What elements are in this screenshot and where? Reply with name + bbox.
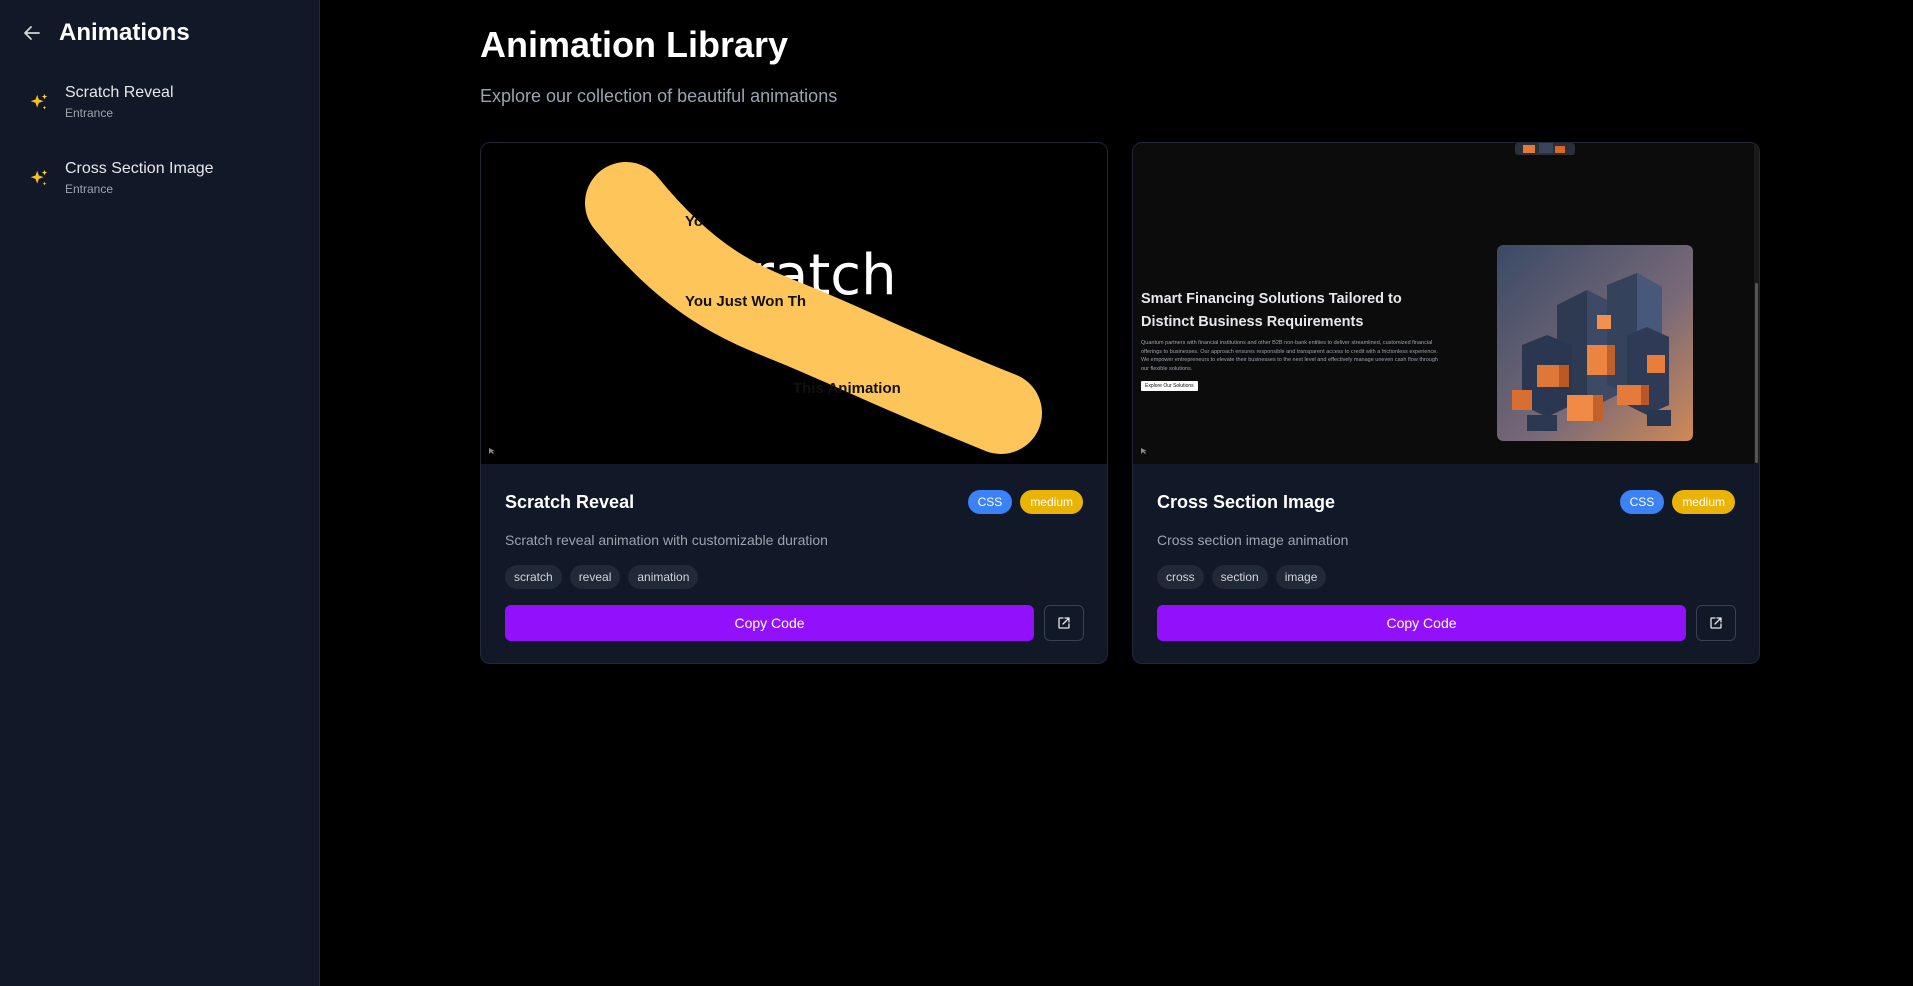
preview-line: Yo <box>685 213 704 230</box>
preview-line: You Just Won Th <box>685 293 807 310</box>
tag: image <box>1275 565 1327 589</box>
badge-css: CSS <box>967 490 1013 514</box>
open-external-button[interactable] <box>1696 605 1736 641</box>
tag: section <box>1211 565 1268 589</box>
tag-list: cross section image <box>1157 565 1327 589</box>
animation-preview[interactable]: Smart Financing Solutions Tailored to Di… <box>1133 143 1759 464</box>
preview-headline: Smart Financing Solutions Tailored to Di… <box>1141 291 1402 330</box>
cursor-icon <box>489 448 495 454</box>
sparkles-icon <box>30 169 48 186</box>
sidebar-item-label: Cross Section Image <box>65 160 214 177</box>
scrollbar-thumb[interactable] <box>1755 283 1758 463</box>
tag: cross <box>1157 565 1204 589</box>
animation-card-cross-section-image: Smart Financing Solutions Tailored to Di… <box>1132 142 1760 664</box>
badge-difficulty: medium <box>1672 490 1735 514</box>
sidebar-item-cross-section-image[interactable]: Cross Section Image Entrance <box>0 142 319 218</box>
external-link-icon <box>1710 617 1722 629</box>
card-title: Scratch Reveal <box>505 492 635 512</box>
sidebar-item-scratch-reveal[interactable]: Scratch Reveal Entrance <box>0 66 319 142</box>
sidebar-item-category: Entrance <box>65 182 114 196</box>
tag: animation <box>628 565 699 589</box>
cubes-image <box>1497 245 1693 441</box>
copy-code-button[interactable]: Copy Code <box>505 605 1034 641</box>
back-button[interactable] <box>20 21 44 45</box>
badges: CSS medium <box>967 490 1083 514</box>
arrow-left-icon <box>24 26 40 40</box>
open-external-button[interactable] <box>1044 605 1084 641</box>
preview-scrollbar[interactable] <box>1754 143 1759 464</box>
cursor-icon <box>1141 448 1147 454</box>
sidebar-title: Animations <box>59 19 190 46</box>
top-image-fragment <box>1515 143 1575 155</box>
badges: CSS medium <box>1619 490 1735 514</box>
card-title: Cross Section Image <box>1157 492 1336 512</box>
sidebar-item-label: Scratch Reveal <box>65 84 174 101</box>
sidebar-header: Animations <box>0 0 319 66</box>
sidebar: Animations Scratch Reveal Entrance Cross… <box>0 0 320 986</box>
sidebar-item-category: Entrance <box>65 106 114 120</box>
tag: scratch <box>505 565 562 589</box>
badge-difficulty: medium <box>1020 490 1083 514</box>
external-link-icon <box>1058 617 1070 629</box>
badge-css: CSS <box>1619 490 1665 514</box>
sparkles-icon <box>30 93 48 110</box>
card-description: Cross section image animation <box>1157 532 1349 548</box>
animation-card-scratch-reveal: ratch Yo You Just Won Th This Animation … <box>480 142 1108 664</box>
page-subtitle: Explore our collection of beautiful anim… <box>480 86 838 106</box>
animation-preview[interactable]: ratch Yo You Just Won Th This Animation <box>481 143 1107 464</box>
tag-list: scratch reveal animation <box>505 565 699 589</box>
page-title: Animation Library <box>480 24 789 65</box>
tag: reveal <box>569 565 621 589</box>
preview-line: This Animation <box>793 380 901 397</box>
card-description: Scratch reveal animation with customizab… <box>505 532 828 548</box>
preview-paragraph: Quantum partners with financial institut… <box>1141 340 1438 372</box>
preview-explore-button: Explore Our Solutions <box>1141 381 1198 391</box>
copy-code-button[interactable]: Copy Code <box>1157 605 1686 641</box>
